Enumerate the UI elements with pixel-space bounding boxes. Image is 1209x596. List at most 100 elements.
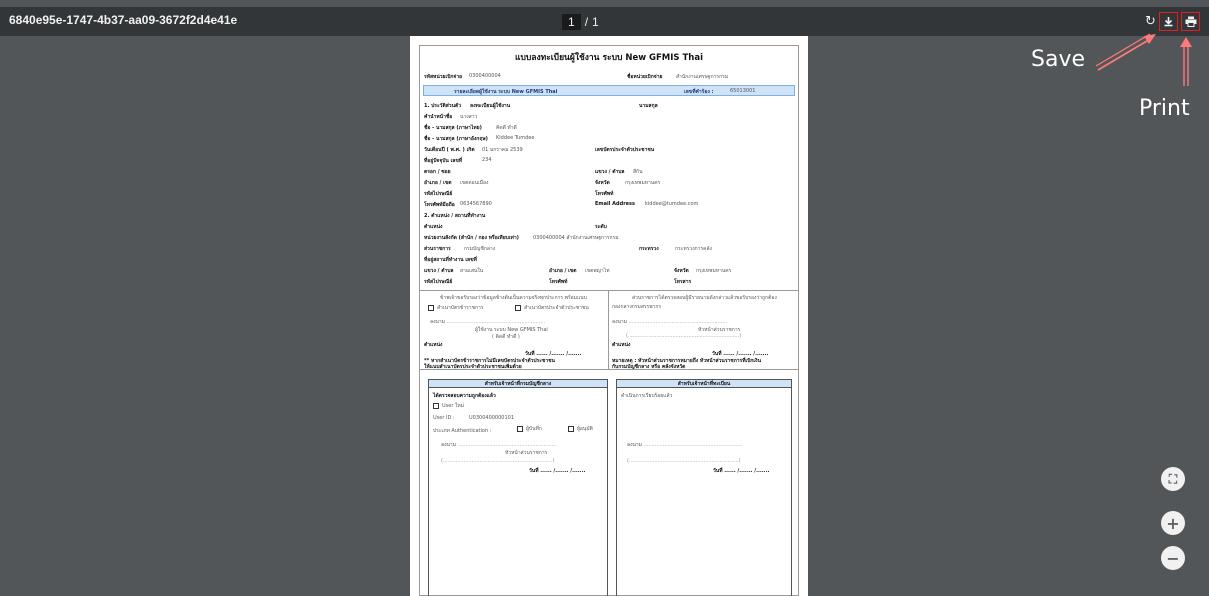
address-no-label: ที่อยู่ปัจจุบัน เลขที่ xyxy=(424,158,463,164)
province-value: กรุงเทพมหานคร xyxy=(625,180,661,186)
pdf-page: แบบลงทะเบียนผู้ใช้งาน ระบบ New GFMIS Tha… xyxy=(410,36,808,596)
email-value: kiddee@tumdee.com xyxy=(645,201,699,207)
alley-label: ตรอก / ซอย xyxy=(424,169,451,175)
work-phone-label: โทรศัพท์ xyxy=(549,279,568,285)
new-user-checkbox[interactable] xyxy=(433,402,439,409)
agency-name-label: ชื่อหน่วยเบิกจ่าย xyxy=(627,74,663,80)
left-sign-line: ลงนาม ..................................… xyxy=(430,319,546,325)
attach-id-card-option[interactable]: สำเนาบัตรประจำตัวประชาชน xyxy=(515,304,589,312)
name-th-value: คิดดี ทำดี xyxy=(496,125,517,131)
register-user-text: ลงทะเบียนผู้ใช้งาน xyxy=(470,103,511,109)
cgd-box-title: สำหรับเจ้าหน้าที่กรมบัญชีกลาง xyxy=(429,380,607,388)
prefix-value: นางสาว xyxy=(460,114,478,120)
work-district-label: อำเภอ / เขต xyxy=(549,268,577,274)
right-position-line: ตำแหน่ง xyxy=(612,342,631,348)
right-department: กองกลางกรมสรรพากร xyxy=(612,304,662,310)
department-label: ส่วนราชการ xyxy=(424,246,451,252)
zoom-in-button[interactable]: + xyxy=(1161,511,1185,535)
name-en-value: Kiddee Tumdee xyxy=(496,135,535,141)
dob-label: วันเดือนปี ( พ.ศ. ) เกิด xyxy=(424,147,475,153)
print-arrow xyxy=(1180,37,1192,86)
auth-option-recorder[interactable]: ผู้บันทึก xyxy=(517,425,542,433)
work-province-value: กรุงเทพมหานคร xyxy=(696,268,732,274)
gov-card-checkbox[interactable] xyxy=(428,304,434,311)
postcode-label: รหัสไปรษณีย์ xyxy=(424,191,453,197)
user-name-paren: ( คิดดี ทำดี ) xyxy=(492,334,520,340)
auth-type-label: ประเภท Authentication : xyxy=(433,428,492,434)
mobile-label: โทรศัพท์มือถือ xyxy=(424,202,455,208)
registrar-date-line: วันที่ ...... /....... /....... xyxy=(713,468,770,474)
agency-code-label: รหัสหน่วยเบิกจ่าย xyxy=(424,74,463,80)
mobile-value: 0634567890 xyxy=(460,201,492,207)
position-label: ตำแหน่ง xyxy=(424,224,443,230)
registrar-done-text: ดำเนินการเรียบร้อยแล้ว xyxy=(621,393,673,399)
attach-gov-card-option[interactable]: สำเนาบัตรข้าราชการ xyxy=(428,304,484,312)
head-name-paren: (.......................................… xyxy=(626,333,742,339)
cgd-check-label: ได้ตรวจสอบความถูกต้องแล้ว xyxy=(433,393,496,399)
fit-to-page-button[interactable]: ⛶ xyxy=(1161,467,1185,491)
phone-label: โทรศัพท์ xyxy=(595,191,614,197)
right-note-2: กับกรมบัญชีกลาง หรือ คลังจังหวัด xyxy=(612,364,686,370)
registration-form: แบบลงทะเบียนผู้ใช้งาน ระบบ New GFMIS Tha… xyxy=(419,45,799,596)
form-title: แบบลงทะเบียนผู้ใช้งาน ระบบ New GFMIS Tha… xyxy=(514,53,704,63)
new-user-option[interactable]: User ใหม่ xyxy=(433,402,464,410)
subdistrict-label: แขวง / ตำบล xyxy=(595,169,625,175)
cgd-head-caption: หัวหน้าส่วนราชการ xyxy=(505,450,548,456)
fax-label: โทรสาร xyxy=(674,279,692,285)
cgd-officer-box: สำหรับเจ้าหน้าที่กรมบัญชีกลาง ได้ตรวจสอบ… xyxy=(428,379,608,596)
unit-label: หน่วยงานสังกัด (สำนัก / กอง หรือเทียบเท่… xyxy=(424,235,519,241)
subdistrict-value: สีกัน xyxy=(633,169,643,175)
id-card-label: เลขบัตรประจำตัวประชาชน xyxy=(595,147,655,153)
cgd-date-line: วันที่ ...... /....... /....... xyxy=(529,468,586,474)
id-card-checkbox[interactable] xyxy=(515,304,521,311)
agency-name-value: สำนักงานเศรษฐการกรม xyxy=(676,74,729,80)
auth-option-approver[interactable]: ผู้อนุมัติ xyxy=(568,425,593,433)
prefix-label: คำนำหน้าชื่อ xyxy=(424,114,453,120)
auth-approver-checkbox[interactable] xyxy=(568,425,574,432)
section-workplace: 2. ตำแหน่ง / สถานที่ทำงาน xyxy=(424,213,486,219)
band-title: รายละเอียดผู้ใช้งาน ระบบ New GFMIS Thai xyxy=(454,89,558,95)
agency-code-value: 0300400004 xyxy=(469,73,501,79)
auth-recorder-checkbox[interactable] xyxy=(517,425,523,432)
user-id-label: User ID : xyxy=(433,415,455,421)
left-note-2: ให้แนบสำเนาบัตรประจำตัวประชาชนเพิ่มด้วย xyxy=(424,364,522,370)
work-subdistrict-label: แขวง / ตำบล xyxy=(424,268,454,274)
work-province-label: จังหวัด xyxy=(674,268,689,274)
ministry-value: กระทรวงการคลัง xyxy=(675,246,712,252)
province-label: จังหวัด xyxy=(595,180,610,186)
department-value: กรมบัญชีกลาง xyxy=(464,246,496,252)
surname-label: นามสกุล xyxy=(639,103,658,109)
request-no-value: 65013001 xyxy=(730,88,756,94)
registrar-box: สำหรับเจ้าหน้าที่ทะเบียน ดำเนินการเรียบร… xyxy=(616,379,792,596)
left-cert-text: ข้าพเจ้าขอรับรองว่าข้อมูลข้างต้นเป็นความ… xyxy=(440,295,587,301)
zoom-out-button[interactable]: − xyxy=(1161,546,1185,570)
work-postcode-label: รหัสไปรษณีย์ xyxy=(424,279,453,285)
save-arrow xyxy=(1095,33,1156,71)
minus-icon: − xyxy=(1166,548,1180,568)
district-label: อำเภอ / เขต xyxy=(424,180,452,186)
dob-value: 01 มกราคม 2539 xyxy=(482,147,523,153)
right-cert-text: ส่วนราชการได้ตรวจสอบผู้มีรายนามดังกล่าวแ… xyxy=(632,295,777,301)
registrar-box-title: สำหรับเจ้าหน้าที่ทะเบียน xyxy=(617,380,791,388)
email-label: Email Address xyxy=(595,201,636,207)
name-en-label: ชื่อ - นามสกุล (ภาษาอังกฤษ) xyxy=(424,136,488,142)
section-personal: 1. ประวัติส่วนตัว xyxy=(424,103,462,109)
registrar-sign-line: ลงนาม ..................................… xyxy=(627,442,743,448)
unit-value: 0300400004 สำนักงานเศรษฐการกรม xyxy=(533,235,619,241)
name-th-label: ชื่อ - นามสกุล (ภาษาไทย) xyxy=(424,125,482,131)
user-id-value: U0300400000101 xyxy=(469,415,515,421)
plus-icon: + xyxy=(1166,513,1180,533)
left-position-line: ตำแหน่ง xyxy=(424,342,443,348)
work-subdistrict-value: สามเสนใน xyxy=(460,268,484,274)
cgd-name-paren: (.......................................… xyxy=(441,458,555,464)
work-address-label: ที่อยู่สถานที่ทำงาน เลขที่ xyxy=(424,257,477,263)
registrar-name-paren: (.......................................… xyxy=(627,458,741,464)
level-label: ระดับ xyxy=(595,224,607,230)
district-value: เขตดอนเมือง xyxy=(460,180,489,186)
cgd-sign-line: ลงนาม ..................................… xyxy=(441,442,557,448)
fit-page-icon: ⛶ xyxy=(1168,471,1178,486)
right-sign-line: ลงนาม ..................................… xyxy=(612,319,728,325)
certification-divider xyxy=(608,290,609,369)
certification-top-line xyxy=(420,290,798,291)
ministry-label: กระทรวง xyxy=(639,246,659,252)
